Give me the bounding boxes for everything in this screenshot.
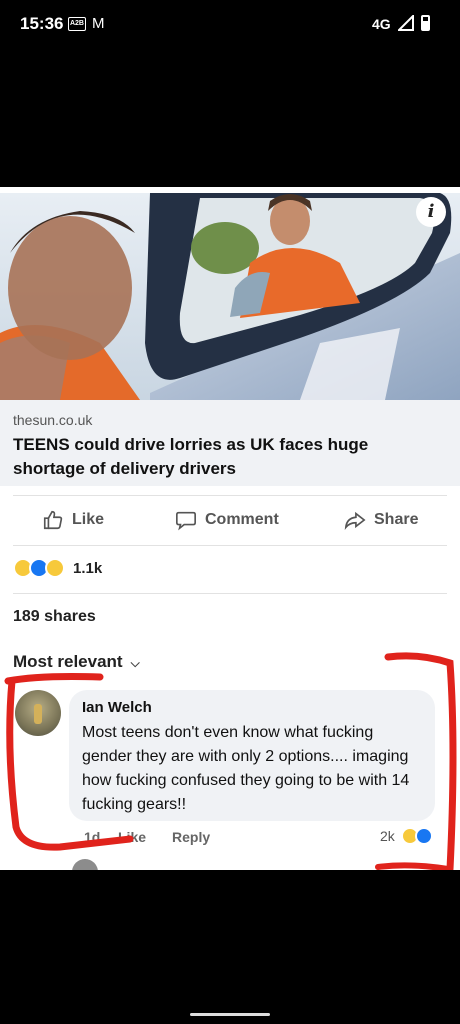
sort-label: Most relevant (13, 652, 123, 671)
avatar[interactable] (15, 690, 61, 736)
like-reaction-icon (414, 827, 433, 845)
link-domain: thesun.co.uk (13, 412, 93, 428)
comment-text: Most teens don't even know what fucking … (82, 724, 410, 813)
comment-label: Comment (205, 511, 279, 528)
app-badge-icon: A2B (68, 17, 86, 31)
share-label: Share (374, 511, 419, 528)
like-button[interactable]: Like (42, 509, 104, 531)
like-label: Like (72, 511, 105, 528)
comment-bubble: Ian Welch Most teens don't even know wha… (69, 690, 435, 821)
comment-time: 1d (84, 829, 101, 845)
avatar[interactable] (72, 859, 98, 870)
status-time: 15:36 (20, 14, 64, 33)
status-bar: 15:36 A2B M 4G (0, 0, 460, 50)
comment-reaction-count: 2k (380, 828, 395, 844)
info-icon[interactable]: i (416, 197, 446, 227)
battery-icon (421, 15, 430, 31)
divider (13, 593, 447, 594)
comment-author[interactable]: Ian Welch (82, 699, 152, 716)
link-preview[interactable]: thesun.co.uk TEENS could drive lorries a… (0, 400, 460, 486)
share-arrow-icon (344, 511, 366, 531)
divider (13, 495, 447, 496)
wow-reaction-icon (45, 558, 65, 578)
thumbs-up-icon (43, 510, 63, 530)
signal-icon (398, 15, 414, 31)
comment-button[interactable]: Comment (175, 509, 279, 531)
link-title[interactable]: TEENS could drive lorries as UK faces hu… (13, 433, 443, 481)
comment-like-button[interactable]: Like (118, 829, 146, 845)
comment-sort-dropdown[interactable]: Most relevant ⌵ (13, 652, 140, 672)
chevron-down-icon: ⌵ (130, 656, 140, 670)
divider (13, 545, 447, 546)
post-reactions[interactable]: 1.1k (13, 558, 102, 578)
reaction-count: 1.1k (73, 559, 103, 577)
comment-reactions[interactable]: 2k (380, 827, 433, 845)
network-type: 4G (372, 16, 391, 32)
speech-bubble-icon (176, 511, 196, 531)
home-indicator[interactable] (190, 1013, 270, 1016)
post-card: i thesun.co.uk TEENS could drive lorries… (0, 187, 460, 870)
gmail-icon: M (92, 15, 105, 32)
shares-count[interactable]: 189 shares (13, 608, 96, 626)
comment-reply-button[interactable]: Reply (172, 829, 210, 845)
share-button[interactable]: Share (344, 509, 418, 531)
